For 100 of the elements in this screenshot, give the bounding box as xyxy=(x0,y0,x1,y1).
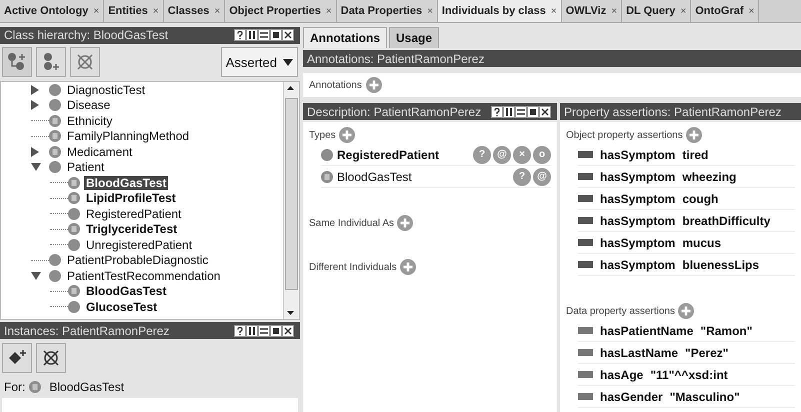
expand-arrow-icon[interactable] xyxy=(31,146,39,157)
section-label: Types xyxy=(309,130,336,140)
tab[interactable]: DL Query × xyxy=(622,0,692,22)
dropdown-arrow-icon xyxy=(283,58,293,66)
tab[interactable]: Classes × xyxy=(164,0,226,22)
property-name: hasSymptom xyxy=(600,214,676,228)
class-icon xyxy=(49,270,61,282)
tab[interactable]: Annotations xyxy=(303,27,387,48)
property-name: hasSymptom xyxy=(600,236,676,250)
close-tab-button[interactable]: × xyxy=(611,6,618,16)
class-icon xyxy=(49,161,61,174)
defined-class-icon xyxy=(321,170,333,182)
panel-title: Class hierarchy: BloodGasTest xyxy=(4,28,168,42)
defined-class-icon xyxy=(29,381,42,394)
data-property-icon xyxy=(578,349,593,356)
tree-item[interactable]: UnregisteredPatient xyxy=(84,238,194,252)
collapse-arrow-icon[interactable] xyxy=(31,163,41,172)
add-subclass-icon xyxy=(7,52,27,72)
section-label: Object property assertions xyxy=(566,130,683,140)
data-property-icon xyxy=(578,393,593,400)
property-value: "Masculino" xyxy=(670,390,740,404)
window-controls-icon[interactable] xyxy=(234,29,296,42)
scrollbar-thumb[interactable] xyxy=(285,98,298,290)
defined-class-icon xyxy=(49,146,61,158)
tree-item[interactable]: BloodGasTest xyxy=(84,176,168,190)
delete-class-button[interactable] xyxy=(70,47,100,78)
tab[interactable]: Entities × xyxy=(104,0,164,22)
panel-title: Instances: PatientRamonPerez xyxy=(4,324,170,338)
add-icon[interactable] xyxy=(678,303,694,319)
window-controls-icon[interactable] xyxy=(491,106,553,118)
object-property-icon xyxy=(578,173,593,180)
class-icon xyxy=(321,148,333,160)
add-subclass-button[interactable] xyxy=(2,47,32,78)
expand-arrow-icon[interactable] xyxy=(31,100,39,110)
property-value: breathDifficulty xyxy=(682,214,770,228)
delete-icon xyxy=(75,52,95,72)
tree-item[interactable]: Ethnicity xyxy=(65,114,114,128)
close-tab-button[interactable]: × xyxy=(680,6,686,16)
tree-item[interactable]: LipidProfileTest xyxy=(84,191,178,206)
collapse-arrow-icon[interactable] xyxy=(31,272,41,280)
property-value: "Perez" xyxy=(685,346,728,360)
data-property-icon xyxy=(578,371,593,378)
tree-item[interactable]: PatientTestRecommendation xyxy=(65,268,222,283)
for-label: For: xyxy=(4,380,26,394)
type-item[interactable]: BloodGasTest xyxy=(337,170,412,184)
tree-item[interactable]: Patient xyxy=(65,160,106,174)
tree-item[interactable]: Medicament xyxy=(65,144,134,159)
tree-item[interactable]: BloodGasTest xyxy=(84,284,168,298)
close-tab-button[interactable]: × xyxy=(326,6,332,16)
close-tab-button[interactable]: × xyxy=(550,6,557,16)
data-property-icon xyxy=(578,327,593,334)
tab[interactable]: Usage xyxy=(389,27,440,48)
class-icon xyxy=(49,99,61,112)
add-sibling-button[interactable] xyxy=(36,47,66,78)
expand-arrow-icon[interactable] xyxy=(31,84,39,95)
close-tab-button[interactable]: × xyxy=(214,6,220,16)
tree-item[interactable]: TriglycerideTest xyxy=(84,222,180,236)
panel-title: Annotations: PatientRamonPerez xyxy=(307,52,484,66)
close-tab-button[interactable]: × xyxy=(93,6,100,16)
property-name: hasLastName xyxy=(600,346,678,360)
tree-item[interactable]: GlucoseTest xyxy=(84,300,160,314)
close-tab-button[interactable]: × xyxy=(427,6,433,16)
tab[interactable]: OWLViz × xyxy=(562,0,622,22)
add-icon[interactable] xyxy=(338,127,355,143)
delete-individual-button[interactable] xyxy=(36,342,66,373)
tab[interactable]: Active Ontology × xyxy=(0,0,104,22)
class-icon xyxy=(49,84,61,96)
section-label: Data property assertions xyxy=(566,306,675,316)
tree-item[interactable]: RegisteredPatient xyxy=(84,206,184,221)
section-label: Different Individuals xyxy=(309,262,397,272)
property-value: "11"^^xsd:int xyxy=(650,368,728,382)
property-name: hasSymptom xyxy=(600,192,676,206)
tab[interactable]: Object Properties × xyxy=(225,0,337,22)
tab[interactable]: OntoGraf × xyxy=(691,0,760,22)
close-tab-button[interactable]: × xyxy=(152,6,159,16)
property-value: mucus xyxy=(682,236,722,250)
tab[interactable]: Individuals by class × xyxy=(438,0,562,22)
section-label: Annotations xyxy=(309,80,362,90)
type-item[interactable]: RegisteredPatient xyxy=(337,148,440,162)
panel-title: Description: PatientRamonPerez xyxy=(307,104,482,118)
add-icon[interactable] xyxy=(400,259,416,275)
property-name: hasSymptom xyxy=(600,148,676,162)
property-name: hasGender xyxy=(600,390,663,404)
window-controls-icon[interactable] xyxy=(234,324,296,337)
section-label: Same Individual As xyxy=(309,218,394,228)
panel-title: Property assertions: PatientRamonPerez xyxy=(564,104,782,118)
add-icon[interactable] xyxy=(397,215,414,231)
add-icon[interactable] xyxy=(366,77,382,93)
tree-item[interactable]: Disease xyxy=(65,98,112,112)
tree-item[interactable]: DiagnosticTest xyxy=(65,82,148,97)
tree-item[interactable]: PatientProbableDiagnostic xyxy=(65,253,210,268)
delete-icon xyxy=(41,348,61,368)
tree-item[interactable]: FamilyPlanningMethod xyxy=(65,129,192,144)
close-tab-button[interactable]: × xyxy=(748,6,754,16)
property-value: bluenessLips xyxy=(682,258,760,272)
hierarchy-mode-dropdown[interactable]: Asserted xyxy=(220,47,298,78)
add-individual-button[interactable] xyxy=(2,342,32,373)
tab[interactable]: Data Properties × xyxy=(336,0,438,22)
class-name: BloodGasTest xyxy=(49,380,124,394)
add-icon[interactable] xyxy=(686,127,702,143)
